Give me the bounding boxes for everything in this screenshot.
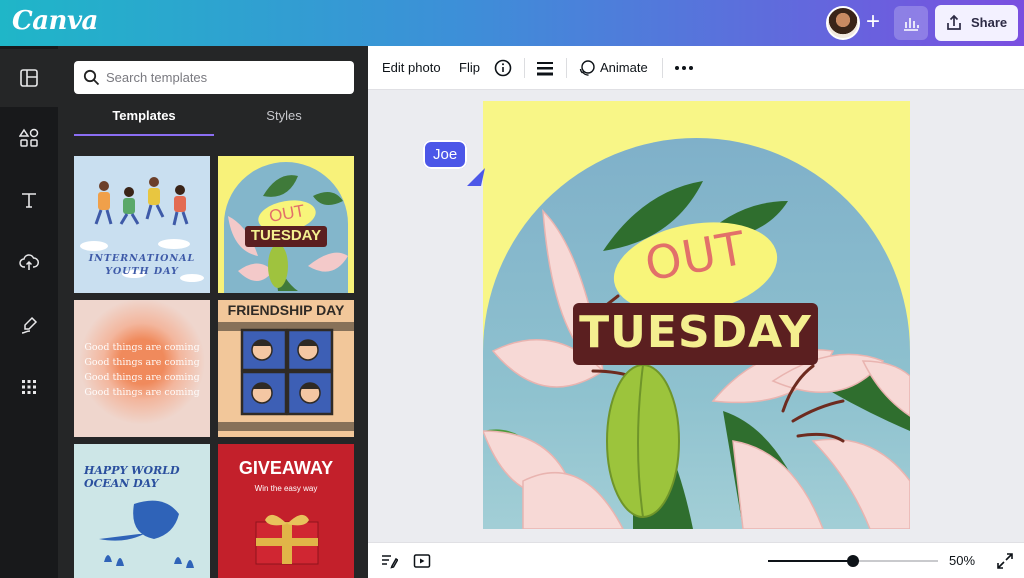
more-options-button[interactable]: [674, 46, 694, 90]
template-thumbnail-giveaway[interactable]: GIVEAWAY Win the easy way: [218, 444, 354, 578]
templates-panel: Templates Styles International Youth Day…: [58, 46, 368, 578]
elements-icon: [19, 128, 39, 147]
insights-button[interactable]: [894, 6, 928, 40]
icon-rail: [0, 46, 58, 578]
tab-templates[interactable]: Templates: [74, 108, 214, 136]
animate-label: Animate: [600, 60, 648, 75]
share-label: Share: [971, 15, 1008, 30]
friends-illustration: [218, 322, 354, 431]
animate-button[interactable]: Animate: [578, 46, 648, 90]
avatar[interactable]: [826, 6, 860, 40]
template-thumbnail-youth-day[interactable]: International Youth Day: [74, 156, 210, 293]
bar-chart-icon: [904, 18, 919, 31]
template-text: Good things are coming: [84, 357, 200, 368]
design-bottom-text[interactable]: TUESDAY: [573, 307, 818, 358]
rail-item-text[interactable]: [0, 171, 58, 229]
search-input[interactable]: [106, 61, 346, 94]
template-text: Good things are coming: [84, 342, 200, 353]
design-artboard[interactable]: OUT TUESDAY: [483, 101, 910, 529]
template-thumbnail-ocean-day[interactable]: HAPPY WORLD OCEAN DAY: [74, 444, 210, 578]
share-icon: [947, 14, 961, 30]
rail-item-design[interactable]: [0, 49, 58, 107]
info-button[interactable]: [494, 46, 512, 90]
template-thumbnail-friendship-day[interactable]: FRIENDSHIP DAY: [218, 300, 354, 437]
template-text: International: [88, 253, 196, 264]
apps-icon: [22, 380, 36, 394]
search-icon: [83, 69, 100, 86]
search-box[interactable]: [74, 61, 354, 94]
template-text: TUESDAY: [250, 227, 322, 244]
info-icon: [494, 59, 512, 77]
template-thumbnail-out-tuesday[interactable]: OUT TUESDAY: [218, 156, 354, 293]
layout-icon: [20, 69, 38, 87]
toolbar-divider: [566, 58, 567, 78]
tab-styles[interactable]: Styles: [214, 108, 354, 136]
edit-photo-button[interactable]: Edit photo: [382, 46, 441, 90]
collaborator-cursor-icon: [467, 168, 485, 186]
expand-icon: [997, 553, 1013, 569]
template-text: Youth Day: [105, 266, 179, 277]
present-button[interactable]: [413, 552, 431, 570]
template-thumbnail-good-things[interactable]: Good things are coming Good things are c…: [74, 300, 210, 437]
animate-icon: [579, 60, 595, 76]
context-toolbar: Edit photo Flip Animate: [368, 46, 1024, 90]
stingray-illustration: [99, 500, 194, 568]
share-button[interactable]: Share: [935, 5, 1018, 41]
canva-logo[interactable]: Canva: [12, 6, 98, 36]
rail-item-draw[interactable]: [0, 296, 58, 354]
draw-icon: [21, 316, 38, 334]
toolbar-divider: [524, 58, 525, 78]
upload-icon: [19, 254, 39, 270]
zoom-slider-fill: [768, 560, 853, 562]
notes-icon: [382, 555, 399, 569]
lines-icon: [537, 62, 553, 76]
more-icon: [675, 66, 693, 70]
zoom-slider-handle[interactable]: [847, 555, 859, 567]
line-weight-button[interactable]: [536, 46, 554, 90]
bottom-bar: 50%: [368, 542, 1024, 578]
zoom-level[interactable]: 50%: [949, 543, 975, 578]
rail-item-uploads[interactable]: [0, 233, 58, 291]
play-icon: [413, 554, 431, 568]
fullscreen-button[interactable]: [996, 552, 1014, 570]
gift-box-illustration: [255, 514, 319, 565]
flip-button[interactable]: Flip: [459, 46, 480, 90]
template-text: Good things are coming: [84, 372, 200, 383]
active-tab-indicator: [74, 134, 214, 136]
collaborator-tag: Joe: [423, 140, 468, 169]
rail-item-elements[interactable]: [0, 109, 58, 167]
template-text: Good things are coming: [84, 387, 200, 398]
rail-item-apps[interactable]: [0, 358, 58, 416]
notes-button[interactable]: [380, 552, 399, 570]
top-bar: Canva + Share: [0, 0, 1024, 46]
add-collaborator-button[interactable]: +: [858, 6, 888, 40]
text-icon: [22, 193, 36, 208]
toolbar-divider: [662, 58, 663, 78]
